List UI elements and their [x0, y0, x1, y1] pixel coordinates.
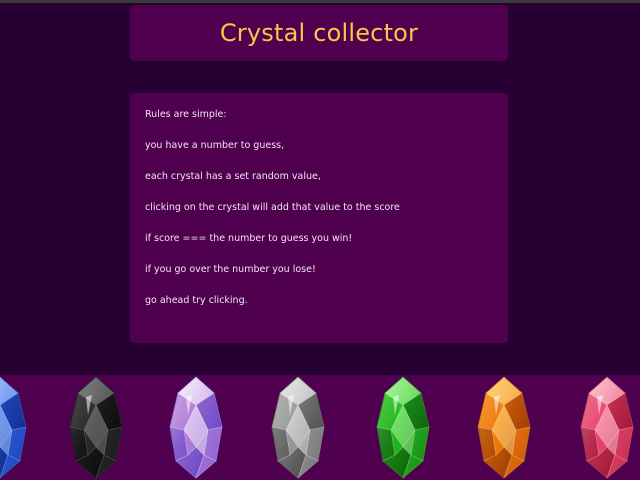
- rule-line: go ahead try clicking.: [145, 295, 248, 306]
- black-crystal-icon: [69, 376, 123, 479]
- blue-crystal-icon: [0, 376, 27, 479]
- crystal-button-pink[interactable]: [577, 375, 637, 480]
- crystal-button-silver[interactable]: [268, 375, 328, 480]
- orange-crystal-icon: [477, 376, 531, 479]
- rule-line: you have a number to guess,: [145, 140, 285, 151]
- green-crystal-icon: [376, 376, 430, 479]
- game-title: Crystal collector: [219, 19, 419, 47]
- window-top-bar: [0, 0, 640, 3]
- crystal-button-iridescent[interactable]: [166, 375, 226, 480]
- crystal-button-orange[interactable]: [474, 375, 534, 480]
- crystal-button-blue[interactable]: [0, 375, 30, 480]
- rule-line: if score === the number to guess you win…: [145, 233, 353, 244]
- crystal-row: [0, 375, 640, 480]
- rule-line: clicking on the crystal will add that va…: [145, 202, 400, 213]
- title-panel: Crystal collector: [130, 5, 508, 61]
- pink-crystal-icon: [580, 376, 634, 479]
- iridescent-crystal-icon: [169, 376, 223, 479]
- crystal-button-green[interactable]: [373, 375, 433, 480]
- rules-heading: Rules are simple:: [145, 109, 227, 120]
- rule-line: each crystal has a set random value,: [145, 171, 321, 182]
- crystal-button-black[interactable]: [66, 375, 126, 480]
- rules-panel: Rules are simple: you have a number to g…: [130, 93, 508, 343]
- silver-crystal-icon: [271, 376, 325, 479]
- rule-line: if you go over the number you lose!: [145, 264, 316, 275]
